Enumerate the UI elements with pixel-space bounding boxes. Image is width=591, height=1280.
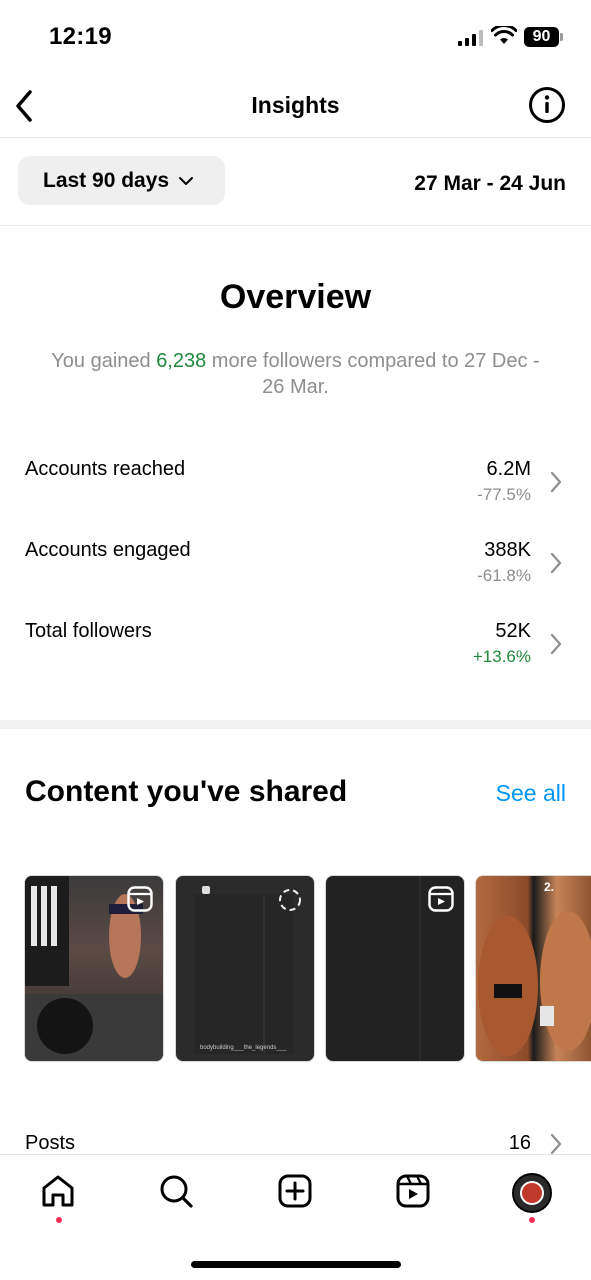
posts-label: Posts: [25, 1132, 76, 1154]
filter-row: Last 90 days 27 Mar - 24 Jun: [0, 138, 591, 226]
thumbnail-image: [194, 886, 301, 1054]
thumbnail-caption: bodybuilding___the_legends___: [200, 1045, 287, 1051]
see-all-link[interactable]: See all: [496, 780, 566, 807]
overview-summary: You gained 6,238 more followers compared…: [48, 348, 543, 400]
chevron-right-icon: [550, 471, 562, 493]
battery-icon: 90: [524, 27, 564, 47]
followers-gained-count: 6,238: [156, 350, 207, 372]
metric-label: Accounts reached: [25, 458, 186, 480]
chevron-right-icon: [550, 1133, 562, 1155]
tab-reels[interactable]: [395, 1173, 435, 1213]
metric-change: +13.6%: [472, 647, 531, 666]
avatar-image: [520, 1181, 544, 1205]
chevron-right-icon: [550, 552, 562, 574]
metric-change: -61.8%: [477, 566, 531, 585]
metric-label: Total followers: [25, 620, 152, 642]
tab-create[interactable]: [277, 1173, 317, 1213]
content-thumbnail[interactable]: 2.: [475, 875, 591, 1062]
metric-change: -77.5%: [477, 485, 531, 504]
section-divider: [0, 720, 591, 729]
posts-count: 16: [508, 1132, 531, 1154]
chevron-down-icon: [179, 176, 194, 185]
notification-dot: [529, 1217, 535, 1223]
thumbnail-caption: 2.: [544, 880, 555, 894]
cellular-signal-icon: [458, 30, 483, 46]
tab-home[interactable]: [40, 1173, 80, 1213]
search-icon: [160, 1175, 193, 1208]
content-thumbnail[interactable]: [325, 875, 465, 1062]
home-indicator: [191, 1261, 401, 1268]
metric-accounts-engaged[interactable]: Accounts engaged 388K -61.8%: [0, 539, 591, 599]
date-range-dropdown-label: Last 90 days: [43, 168, 170, 192]
profile-avatar[interactable]: [512, 1173, 552, 1213]
create-icon: [278, 1174, 312, 1208]
tab-search[interactable]: [158, 1173, 198, 1213]
battery-cap: [560, 33, 563, 41]
battery-level: 90: [524, 27, 559, 47]
page-title: Insights: [251, 92, 340, 118]
bottom-tab-bar: [0, 1154, 591, 1280]
reels-icon: [396, 1174, 430, 1208]
status-time: 12:19: [49, 23, 112, 50]
metric-value: 6.2M: [486, 458, 531, 480]
nav-header: Insights: [0, 76, 591, 138]
content-thumbnail[interactable]: bodybuilding___the_legends___: [175, 875, 315, 1062]
metric-accounts-reached[interactable]: Accounts reached 6.2M -77.5%: [0, 458, 591, 518]
summary-suffix: more followers compared to 27 Dec - 26 M…: [206, 350, 540, 398]
summary-prefix: You gained: [51, 350, 157, 372]
home-icon: [42, 1175, 74, 1207]
chevron-right-icon: [550, 633, 562, 655]
content-thumbnail[interactable]: [24, 875, 164, 1062]
overview-title: Overview: [219, 278, 372, 316]
date-range-text: 27 Mar - 24 Jun: [414, 172, 566, 195]
metric-value: 52K: [495, 620, 531, 642]
date-range-dropdown[interactable]: Last 90 days: [18, 156, 225, 205]
content-shared-title: Content you've shared: [25, 775, 348, 808]
reels-icon: [127, 886, 153, 912]
wifi-icon: [491, 26, 517, 44]
metric-label: Accounts engaged: [25, 539, 191, 561]
metric-total-followers[interactable]: Total followers 52K +13.6%: [0, 620, 591, 680]
info-icon[interactable]: [528, 86, 566, 124]
metric-value: 388K: [484, 539, 531, 561]
reels-icon: [428, 886, 454, 912]
status-bar: 12:19 90: [0, 0, 591, 76]
thumbnail-image: [478, 911, 591, 1056]
notification-dot: [56, 1217, 62, 1223]
